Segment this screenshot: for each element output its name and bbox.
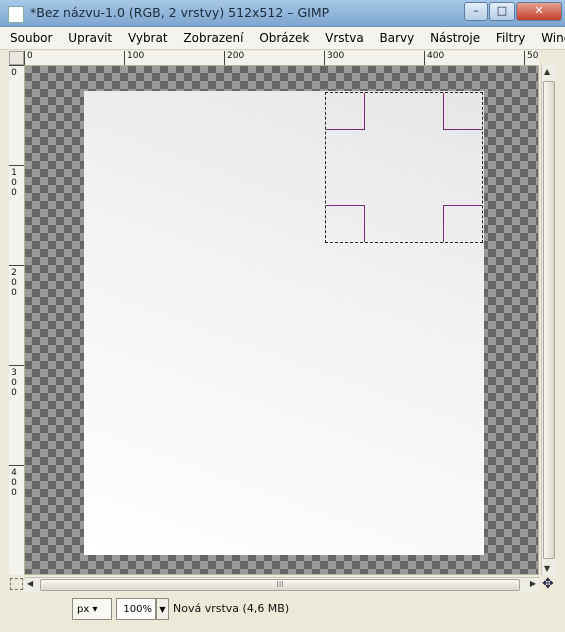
menu-image[interactable]: Obrázek bbox=[253, 27, 315, 49]
ruler-label: 0 bbox=[27, 51, 33, 61]
ruler-label: 500 bbox=[527, 51, 539, 61]
scroll-up-arrow-icon[interactable]: ▲ bbox=[544, 67, 550, 76]
navigate-icon[interactable]: ✥ bbox=[542, 577, 554, 591]
ruler-label: 300 bbox=[11, 368, 17, 398]
ruler-tick bbox=[524, 51, 525, 65]
document-icon bbox=[8, 6, 24, 23]
zoom-dropdown-icon[interactable]: ▼ bbox=[156, 598, 169, 620]
ruler-label: 400 bbox=[11, 468, 17, 498]
menu-colors[interactable]: Barvy bbox=[374, 27, 421, 49]
rectangle-selection[interactable] bbox=[325, 92, 483, 243]
image-canvas[interactable] bbox=[24, 65, 539, 575]
ruler-tick bbox=[9, 165, 24, 166]
menu-edit[interactable]: Upravit bbox=[62, 27, 118, 49]
scroll-right-arrow-icon[interactable]: ▶ bbox=[530, 579, 536, 588]
menu-view[interactable]: Zobrazení bbox=[177, 27, 249, 49]
unit-selector[interactable]: px ▾ bbox=[72, 598, 112, 620]
menu-file[interactable]: Soubor bbox=[0, 27, 58, 49]
horizontal-ruler[interactable]: 0 100 200 300 400 500 bbox=[24, 51, 539, 66]
selection-handle-top-right[interactable] bbox=[443, 93, 482, 130]
close-button[interactable]: ✕ bbox=[516, 2, 562, 21]
ruler-tick bbox=[9, 65, 24, 66]
menu-layer[interactable]: Vrstva bbox=[319, 27, 370, 49]
selection-handle-bottom-left[interactable] bbox=[326, 205, 365, 242]
menu-bar: Soubor Upravit Vybrat Zobrazení Obrázek … bbox=[0, 27, 565, 50]
ruler-label: 200 bbox=[227, 51, 245, 61]
selection-handle-top-left[interactable] bbox=[326, 93, 365, 130]
menu-filters[interactable]: Filtry bbox=[490, 27, 531, 49]
horizontal-scrollbar[interactable]: ◀ III ▶ bbox=[24, 577, 539, 592]
vertical-ruler[interactable]: 0 100 200 300 400 bbox=[9, 65, 25, 575]
quick-mask-icon[interactable] bbox=[10, 578, 23, 590]
selection-handle-bottom-right[interactable] bbox=[443, 205, 482, 242]
menu-tools[interactable]: Nástroje bbox=[424, 27, 486, 49]
ruler-tick bbox=[9, 465, 24, 466]
minimize-button[interactable]: – bbox=[464, 2, 488, 21]
zoom-input[interactable]: 100% bbox=[116, 598, 156, 620]
ruler-tick bbox=[424, 51, 425, 65]
title-bar: *Bez názvu-1.0 (RGB, 2 vrstvy) 512x512 –… bbox=[0, 0, 565, 27]
scroll-down-arrow-icon[interactable]: ▼ bbox=[544, 564, 550, 573]
ruler-tick bbox=[9, 365, 24, 366]
ruler-label: 300 bbox=[327, 51, 345, 61]
layer-status-text: Nová vrstva (4,6 MB) bbox=[173, 602, 290, 615]
maximize-button[interactable]: □ bbox=[489, 2, 515, 21]
scroll-grip-icon: III bbox=[276, 580, 284, 589]
ruler-tick bbox=[124, 51, 125, 65]
status-bar: px ▾ 100% ▼ Nová vrstva (4,6 MB) bbox=[0, 594, 565, 632]
ruler-tick bbox=[224, 51, 225, 65]
window-title: *Bez názvu-1.0 (RGB, 2 vrstvy) 512x512 –… bbox=[30, 5, 330, 20]
scroll-left-arrow-icon[interactable]: ◀ bbox=[27, 579, 33, 588]
ruler-corner[interactable] bbox=[9, 51, 24, 65]
ruler-label: 100 bbox=[11, 168, 17, 198]
ruler-label: 400 bbox=[427, 51, 445, 61]
ruler-label: 100 bbox=[127, 51, 145, 61]
vertical-scrollbar[interactable]: ▲ ▼ bbox=[541, 65, 557, 575]
horizontal-scroll-thumb[interactable]: III bbox=[40, 579, 520, 591]
menu-windows[interactable]: Windows bbox=[535, 27, 565, 49]
ruler-label: 200 bbox=[11, 268, 17, 298]
vertical-scroll-thumb[interactable] bbox=[543, 81, 555, 559]
ruler-tick bbox=[9, 265, 24, 266]
ruler-tick bbox=[324, 51, 325, 65]
ruler-label: 0 bbox=[11, 68, 17, 78]
menu-select[interactable]: Vybrat bbox=[122, 27, 174, 49]
ruler-tick bbox=[24, 51, 25, 65]
